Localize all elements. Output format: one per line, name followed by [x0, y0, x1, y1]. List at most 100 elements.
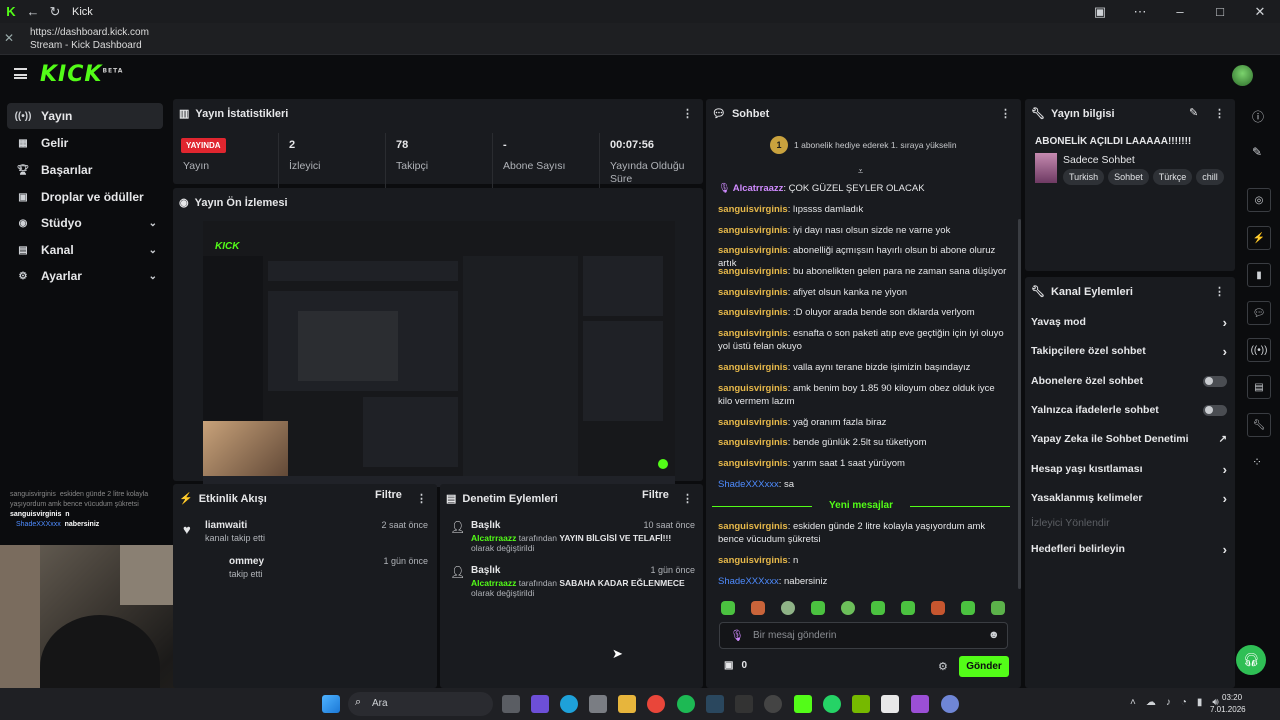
activity-filter-button[interactable]: Filtre [375, 489, 402, 501]
edge-icon[interactable] [560, 695, 578, 713]
moderation-filter-button[interactable]: Filtre [642, 489, 669, 501]
gift-sub-banner[interactable]: 1 1 abonelik hediye ederek 1. sıraya yük… [770, 136, 957, 154]
kick-logo[interactable]: KICKBETA [40, 62, 123, 87]
more-options-icon[interactable]: ⋮ [416, 492, 427, 505]
chat-message: sanguisvirginis: amk benim boy 1.85 90 k… [718, 383, 995, 407]
more-options-icon[interactable]: ⋮ [682, 107, 693, 120]
sidebar-item-droplar[interactable]: ▣ Droplar ve ödüller [7, 184, 163, 210]
close-url-icon[interactable]: ✕ [4, 31, 14, 45]
user-avatar[interactable] [1232, 65, 1253, 86]
kick-app-icon[interactable] [794, 695, 812, 713]
minimize-icon[interactable]: – [1160, 0, 1200, 23]
more-options-icon[interactable]: ⋮ [682, 492, 693, 505]
taskbar-search[interactable]: ⌕ Ara [348, 692, 493, 716]
emote-icon[interactable] [901, 601, 915, 615]
points-icon: ▣ [724, 660, 734, 671]
info-icon[interactable]: ⓘ [1252, 108, 1264, 125]
sidebar-item-kanal[interactable]: ▤ Kanal ⌄ [7, 237, 163, 263]
chat-settings-icon[interactable]: ⚙ [938, 660, 948, 673]
url-text[interactable]: https://dashboard.kick.com [30, 27, 149, 38]
action-emotes-only[interactable]: Yalnızca ifadelerle sohbet [1031, 400, 1227, 420]
rail-broadcast-icon[interactable]: ((•)) [1247, 338, 1271, 362]
back-icon[interactable]: ← [22, 0, 44, 23]
emote-icon[interactable] [961, 601, 975, 615]
action-slow-mode[interactable]: Yavaş mod › [1031, 312, 1227, 332]
app-icon[interactable] [735, 695, 753, 713]
emoji-picker-icon[interactable]: ☻ [988, 629, 1000, 641]
apps-icon[interactable]: ⁘ [1252, 455, 1262, 469]
maximize-icon[interactable]: □ [1200, 0, 1240, 23]
emote-icon[interactable] [751, 601, 765, 615]
emote-icon[interactable] [721, 601, 735, 615]
channel-points[interactable]: ▣ 0 [724, 660, 747, 671]
rail-activity-icon[interactable]: ⚡ [1247, 226, 1271, 250]
emotes-only-toggle[interactable] [1203, 404, 1227, 416]
chat-message: sanguisvirginis: n [718, 555, 799, 566]
hamburger-menu-icon[interactable] [14, 68, 27, 79]
wrench-icon: 🔧︎ [1031, 108, 1045, 120]
close-icon[interactable]: ✕ [1240, 0, 1280, 23]
rail-chat-icon[interactable]: 💬︎ [1247, 301, 1271, 325]
action-ai-moderation[interactable]: Yapay Zeka ile Sohbet Denetimi ↗ [1031, 429, 1227, 449]
chat-input[interactable]: 🎙︎ Bir mesaj gönderin ☻ [719, 622, 1008, 649]
emote-icon[interactable] [931, 601, 945, 615]
category-name[interactable]: Sadece Sohbet [1063, 154, 1135, 166]
more-options-icon[interactable]: ⋮ [1000, 107, 1011, 120]
more-icon[interactable]: ⋯ [1120, 0, 1160, 23]
reload-icon[interactable]: ↻ [44, 0, 66, 23]
sidebar-item-studyo[interactable]: ◉ Stüdyo ⌄ [7, 210, 163, 236]
emote-icon[interactable] [991, 601, 1005, 615]
emote-icon[interactable] [841, 601, 855, 615]
subscribers-only-toggle[interactable] [1203, 375, 1227, 387]
folder-icon[interactable] [618, 695, 636, 713]
tag[interactable]: chill [1196, 169, 1224, 185]
obs-icon[interactable] [764, 695, 782, 713]
action-account-age[interactable]: Hesap yaşı kısıtlaması › [1031, 459, 1227, 479]
task-view-icon[interactable] [502, 695, 520, 713]
app-icon[interactable]: ▣ [1080, 0, 1120, 23]
more-options-icon[interactable]: ⋮ [1214, 285, 1225, 298]
rail-moderation-icon[interactable]: ▤ [1247, 375, 1271, 399]
store-icon[interactable] [589, 695, 607, 713]
stat-viewers: 2 İzleyici [278, 133, 383, 195]
app-icon[interactable] [531, 695, 549, 713]
nvidia-icon[interactable] [852, 695, 870, 713]
chrome-icon[interactable] [647, 695, 665, 713]
send-button[interactable]: Gönder [959, 656, 1009, 677]
rail-stats-icon[interactable]: ▮ [1247, 263, 1271, 287]
rail-preview-icon[interactable]: ◎ [1247, 188, 1271, 212]
emote-icon[interactable] [871, 601, 885, 615]
action-goals[interactable]: Hedefleri belirleyin › [1031, 539, 1227, 559]
list-item: 👤︎ Başlık 1 gün önce Alcatrraazz tarafın… [450, 565, 695, 598]
stream-preview-video[interactable]: KICK [203, 221, 675, 487]
spotify-icon[interactable] [677, 695, 695, 713]
chat-message: sanguisvirginis: eskiden günde 2 litre k… [718, 521, 986, 545]
windows-start-icon[interactable] [322, 695, 340, 713]
tag[interactable]: Turkish [1063, 169, 1105, 185]
steam-icon[interactable] [706, 695, 724, 713]
edit-icon[interactable]: ✎ [1189, 106, 1198, 119]
sidebar-item-yayin[interactable]: ((•)) Yayın [7, 103, 163, 129]
pencil-icon[interactable]: ✎ [1252, 145, 1262, 159]
sidebar-item-ayarlar[interactable]: ⚙ Ayarlar ⌄ [7, 263, 163, 289]
taskbar-time: 03:20 [1222, 693, 1243, 702]
action-banned-words[interactable]: Yasaklanmış kelimeler › [1031, 488, 1227, 508]
tag[interactable]: Türkçe [1152, 169, 1193, 185]
sidebar-item-basarilar[interactable]: 🏆︎ Başarılar [7, 157, 163, 183]
app-icon[interactable] [881, 695, 899, 713]
action-subscribers-only[interactable]: Abonelere özel sohbet [1031, 371, 1227, 391]
app-icon[interactable] [941, 695, 959, 713]
sidebar-item-gelir[interactable]: ▦ Gelir [7, 130, 163, 156]
app-icon[interactable] [911, 695, 929, 713]
pinned-collapse-icon[interactable]: ⩡ [858, 166, 863, 177]
support-button[interactable]: 🎧︎ [1236, 645, 1266, 675]
emote-icon[interactable] [811, 601, 825, 615]
tag[interactable]: Sohbet [1108, 169, 1149, 185]
action-followers-only[interactable]: Takipçilere özel sohbet › [1031, 341, 1227, 361]
emote-icon[interactable] [781, 601, 795, 615]
rail-tools-icon[interactable]: 🔧︎ [1247, 413, 1271, 437]
overlay-chat: sanguisvirginis eskiden günde 2 litre ko… [10, 490, 180, 530]
whatsapp-icon[interactable] [823, 695, 841, 713]
chat-scrollbar[interactable] [1018, 219, 1021, 589]
more-options-icon[interactable]: ⋮ [1214, 107, 1225, 120]
